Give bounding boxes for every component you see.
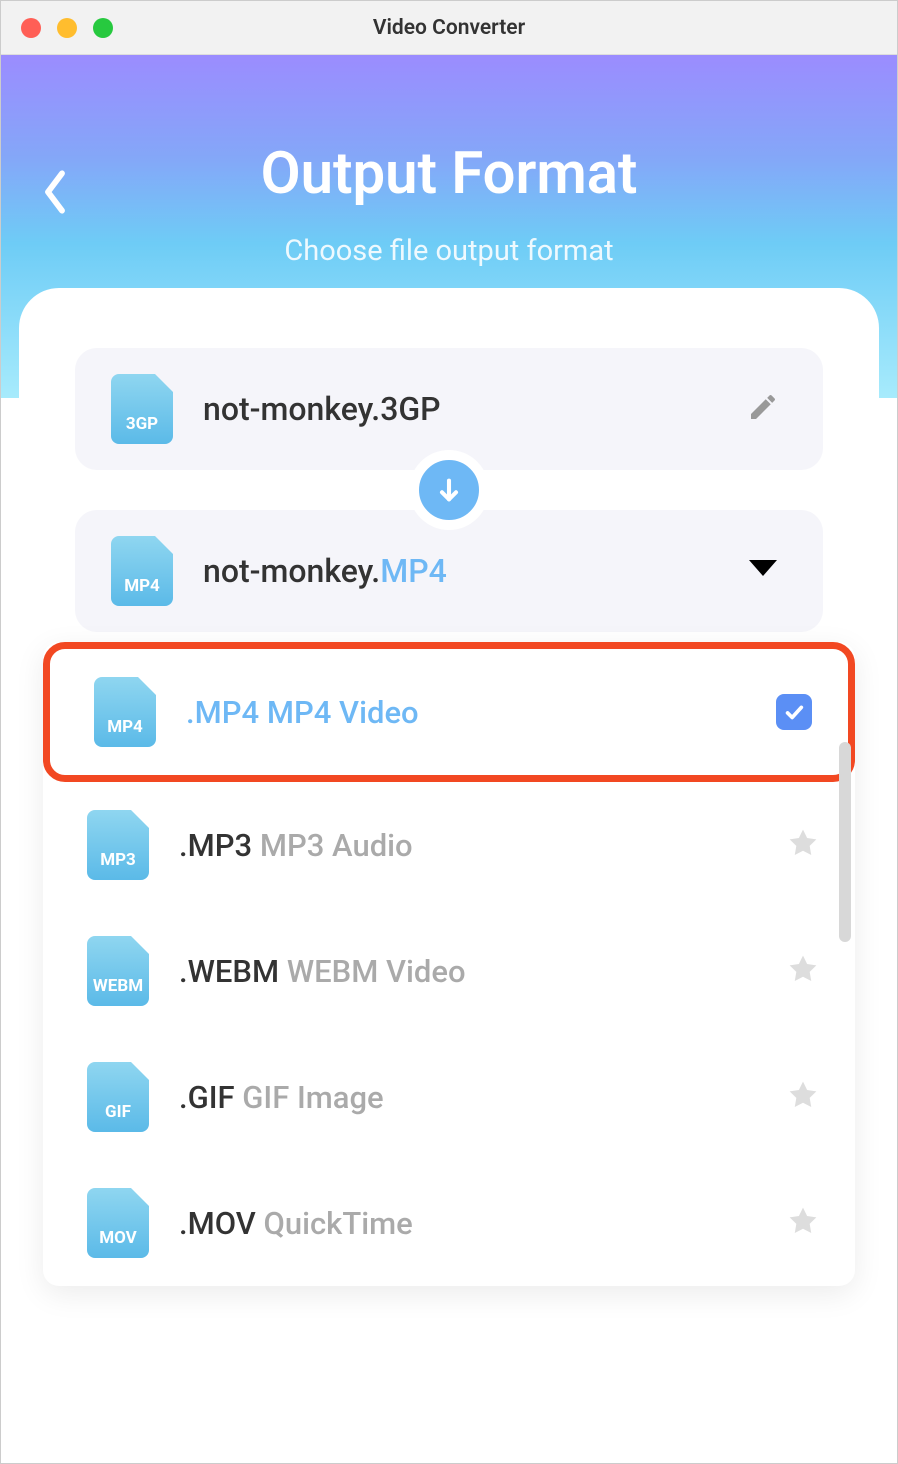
format-dropdown-button[interactable] — [739, 550, 787, 592]
format-extension: .WEBM — [179, 953, 287, 990]
format-option[interactable]: MOV .MOV QuickTime — [43, 1160, 855, 1286]
pencil-icon — [747, 391, 779, 423]
close-window-button[interactable] — [21, 18, 41, 38]
app-window: Video Converter Output Format Choose fil… — [0, 0, 898, 1464]
file-icon-label: WEBM — [93, 976, 143, 996]
star-icon — [787, 953, 819, 985]
format-label: .GIF GIF Image — [179, 1079, 757, 1116]
format-label: .MP3 MP3 Audio — [179, 827, 757, 864]
format-description: QuickTime — [263, 1205, 412, 1242]
star-icon — [787, 1205, 819, 1237]
file-icon-label: MP4 — [107, 717, 143, 737]
format-description: GIF Image — [242, 1079, 383, 1116]
file-icon-label: 3GP — [126, 414, 158, 434]
source-filename: not-monkey.3GP — [203, 390, 709, 428]
format-option[interactable]: MP3 .MP3 MP3 Audio — [43, 782, 855, 908]
format-file-icon: MP4 — [94, 677, 156, 747]
format-option[interactable]: WEBM .WEBM WEBM Video — [43, 908, 855, 1034]
window-title: Video Converter — [21, 16, 877, 40]
target-filename: not-monkey.MP4 — [203, 552, 709, 590]
traffic-lights — [21, 18, 113, 38]
scrollbar[interactable] — [839, 742, 851, 942]
favorite-button[interactable] — [787, 827, 819, 863]
star-icon — [787, 827, 819, 859]
format-extension: .GIF — [179, 1079, 242, 1116]
format-description: MP3 Audio — [260, 827, 413, 864]
format-extension: .MP3 — [179, 827, 260, 864]
format-description: WEBM Video — [287, 953, 466, 990]
target-extension: MP4 — [380, 552, 447, 590]
minimize-window-button[interactable] — [57, 18, 77, 38]
format-option[interactable]: GIF .GIF GIF Image — [43, 1034, 855, 1160]
target-basename: not-monkey. — [203, 552, 380, 590]
favorite-button[interactable] — [787, 1079, 819, 1115]
edit-button[interactable] — [739, 383, 787, 435]
format-extension: .MP4 — [186, 694, 267, 731]
file-icon-label: GIF — [105, 1102, 131, 1122]
format-label: .MP4 MP4 Video — [186, 694, 746, 731]
format-label: .MOV QuickTime — [179, 1205, 757, 1242]
back-button[interactable] — [41, 160, 69, 231]
favorite-button[interactable] — [787, 1205, 819, 1241]
titlebar: Video Converter — [1, 1, 897, 55]
star-icon — [787, 1079, 819, 1111]
page-subtitle: Choose file output format — [284, 234, 613, 268]
chevron-left-icon — [41, 168, 69, 216]
format-list: MP4 .MP4 MP4 Video MP3 .MP3 MP3 Audio WEBM .W… — [43, 642, 855, 1286]
target-file-icon: MP4 — [111, 536, 173, 606]
favorite-button[interactable] — [787, 953, 819, 989]
format-extension: .MOV — [179, 1205, 263, 1242]
arrow-down-indicator — [409, 450, 489, 530]
format-description: MP4 Video — [267, 694, 419, 731]
content-card: 3GP not-monkey.3GP MP4 not-monkey.MP4 — [19, 288, 879, 1463]
format-file-icon: MP3 — [87, 810, 149, 880]
format-file-icon: WEBM — [87, 936, 149, 1006]
arrow-down-icon — [435, 476, 463, 504]
caret-down-icon — [747, 558, 779, 580]
maximize-window-button[interactable] — [93, 18, 113, 38]
file-icon-label: MOV — [99, 1228, 137, 1248]
file-icon-label: MP3 — [100, 850, 136, 870]
file-icon-label: MP4 — [124, 576, 160, 596]
format-file-icon: GIF — [87, 1062, 149, 1132]
page-title: Output Format — [261, 140, 638, 208]
selected-check — [776, 694, 812, 730]
check-icon — [783, 701, 805, 723]
source-file-icon: 3GP — [111, 374, 173, 444]
format-option[interactable]: MP4 .MP4 MP4 Video — [43, 642, 855, 782]
format-label: .WEBM WEBM Video — [179, 953, 757, 990]
format-file-icon: MOV — [87, 1188, 149, 1258]
